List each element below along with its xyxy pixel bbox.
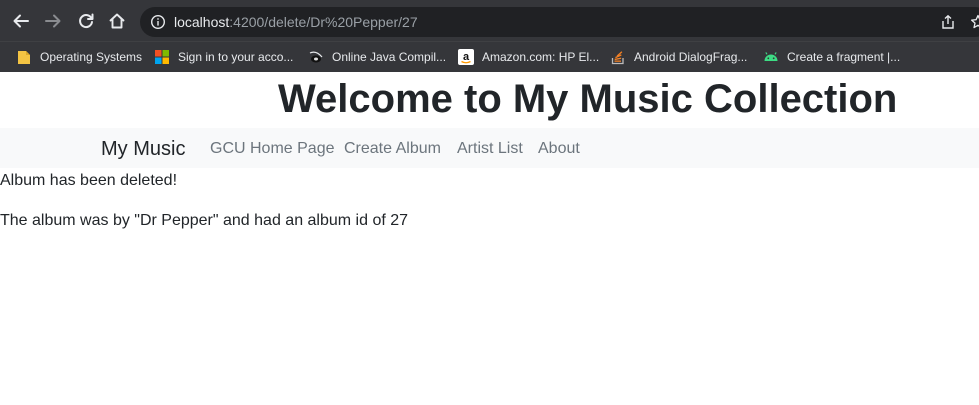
bookmark-label: Android DialogFrag... xyxy=(634,50,748,64)
delete-confirmation: Album has been deleted! xyxy=(0,172,178,189)
bookmark-online-java[interactable]: Online Java Compil... xyxy=(308,47,446,67)
bookmark-amazon[interactable]: a Amazon.com: HP El... xyxy=(458,47,599,67)
amazon-icon: a xyxy=(458,49,474,65)
share-icon[interactable] xyxy=(940,14,956,30)
bookmarks-bar: Operating Systems Sign in to your acco..… xyxy=(0,41,979,72)
star-icon[interactable] xyxy=(970,14,979,30)
bookmark-android-dialogfragment[interactable]: Android DialogFrag... xyxy=(610,47,747,67)
nav-link-about[interactable]: About xyxy=(538,139,580,159)
bookmark-operating-systems[interactable]: Operating Systems xyxy=(16,47,142,67)
svg-text:a: a xyxy=(463,51,470,63)
bookmark-label: Sign in to your acco... xyxy=(178,50,294,64)
back-icon[interactable] xyxy=(8,8,34,34)
bookmark-label: Create a fragment |... xyxy=(787,50,901,64)
address-bar[interactable]: localhost:4200/delete/Dr%20Pepper/27 xyxy=(140,7,979,37)
stackoverflow-icon xyxy=(611,51,624,65)
navbar-brand[interactable]: My Music xyxy=(101,137,185,161)
page-content: Welcome to My Music Collection My Music … xyxy=(0,72,979,405)
bookmark-sign-in[interactable]: Sign in to your acco... xyxy=(154,47,293,67)
browser-toolbar: localhost:4200/delete/Dr%20Pepper/27 xyxy=(0,0,979,41)
album-details: The album was by "Dr Pepper" and had an … xyxy=(0,212,409,229)
navbar: My Music GCU Home Page Create Album Arti… xyxy=(0,128,979,168)
nav-link-artist-list[interactable]: Artist List xyxy=(457,139,523,159)
bookmark-label: Online Java Compil... xyxy=(332,50,447,64)
reload-icon[interactable] xyxy=(73,8,99,34)
bookmark-label: Operating Systems xyxy=(40,50,143,64)
bookmark-label: Amazon.com: HP El... xyxy=(482,50,600,64)
folder-icon xyxy=(18,51,30,64)
java-icon xyxy=(309,51,323,63)
url-path: :4200/delete/Dr%20Pepper/27 xyxy=(229,14,418,30)
home-icon[interactable] xyxy=(104,8,130,34)
page-title: Welcome to My Music Collection xyxy=(278,77,898,121)
android-icon xyxy=(764,52,778,61)
url-text[interactable]: localhost:4200/delete/Dr%20Pepper/27 xyxy=(174,13,418,31)
url-host: localhost xyxy=(174,14,230,30)
site-info-icon[interactable] xyxy=(150,14,166,30)
nav-link-create-album[interactable]: Create Album xyxy=(344,139,441,159)
forward-icon[interactable] xyxy=(40,8,66,34)
microsoft-icon xyxy=(155,50,169,64)
bookmark-create-fragment[interactable]: Create a fragment |... xyxy=(763,47,900,67)
nav-link-gcu-home[interactable]: GCU Home Page xyxy=(210,139,335,159)
